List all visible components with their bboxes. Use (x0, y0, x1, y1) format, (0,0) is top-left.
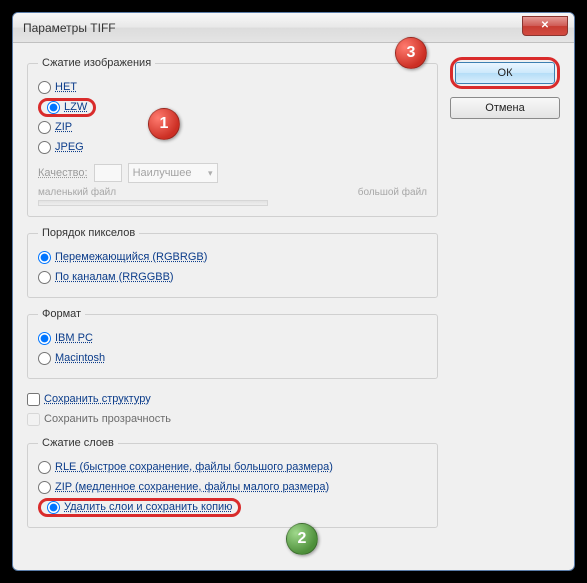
dialog-body: Сжатие изображения НЕТ LZW ZIP (13, 43, 574, 552)
radio-interleaved[interactable] (38, 251, 51, 264)
radio-lzw[interactable] (47, 101, 60, 114)
quality-row: Качество: Наилучшее ▾ (38, 163, 427, 183)
radio-lzw-label: LZW (64, 101, 87, 113)
dialog-window: Параметры TIFF ✕ Сжатие изображения НЕТ … (12, 12, 575, 571)
callout-1: 1 (148, 108, 180, 140)
legend-format: Формат (38, 308, 85, 320)
callout-3: 3 (395, 37, 427, 69)
radio-layer-zip[interactable] (38, 481, 51, 494)
quality-label: Качество: (38, 167, 88, 179)
ok-button-label: ОК (498, 67, 513, 79)
close-icon: ✕ (541, 20, 549, 31)
group-image-compression: Сжатие изображения НЕТ LZW ZIP (27, 57, 438, 217)
radio-row-ibm[interactable]: IBM PC (38, 328, 427, 348)
callout-1-label: 1 (160, 115, 169, 133)
radio-mac-label: Macintosh (55, 352, 105, 364)
quality-input[interactable] (94, 164, 122, 182)
radio-layer-rle[interactable] (38, 461, 51, 474)
radio-per-channel-label: По каналам (RRGGBB) (55, 271, 174, 283)
radio-row-layer-rle[interactable]: RLE (быстрое сохранение, файлы большого … (38, 457, 427, 477)
quality-select[interactable]: Наилучшее ▾ (128, 163, 218, 183)
right-column: ОК Отмена (450, 57, 560, 538)
radio-row-mac[interactable]: Macintosh (38, 348, 427, 368)
close-button[interactable]: ✕ (522, 16, 568, 36)
highlight-discard: Удалить слои и сохранить копию (38, 498, 241, 517)
radio-row-jpeg[interactable]: JPEG (38, 137, 427, 157)
slider-labels: маленький файл большой файл (38, 187, 427, 198)
legend-image-compression: Сжатие изображения (38, 57, 155, 69)
radio-none[interactable] (38, 81, 51, 94)
highlight-ok: ОК (450, 57, 560, 89)
ok-button[interactable]: ОК (455, 62, 555, 84)
radio-zip-label: ZIP (55, 121, 72, 133)
window-title: Параметры TIFF (23, 21, 522, 35)
radio-row-layer-discard[interactable]: Удалить слои и сохранить копию (38, 497, 427, 517)
radio-row-interleaved[interactable]: Перемежающийся (RGBRGB) (38, 247, 427, 267)
quality-slider[interactable] (38, 200, 268, 206)
quality-select-value: Наилучшее (133, 167, 192, 179)
chevron-down-icon: ▾ (208, 168, 213, 179)
radio-row-layer-zip[interactable]: ZIP (медленное сохранение, файлы малого … (38, 477, 427, 497)
radio-row-per-channel[interactable]: По каналам (RRGGBB) (38, 267, 427, 287)
radio-jpeg[interactable] (38, 141, 51, 154)
radio-mac[interactable] (38, 352, 51, 365)
group-format: Формат IBM PC Macintosh (27, 308, 438, 379)
check-row-transparency[interactable]: Сохранить прозрачность (27, 409, 438, 429)
group-pixel-order: Порядок пикселов Перемежающийся (RGBRGB)… (27, 227, 438, 298)
callout-2-label: 2 (298, 530, 307, 548)
radio-ibm-label: IBM PC (55, 332, 93, 344)
callout-3-label: 3 (407, 44, 416, 62)
radio-interleaved-label: Перемежающийся (RGBRGB) (55, 251, 207, 263)
radio-row-lzw[interactable]: LZW (38, 97, 427, 117)
highlight-lzw: LZW (38, 98, 96, 117)
check-save-structure-label: Сохранить структуру (44, 393, 151, 405)
check-save-transparency (27, 413, 40, 426)
titlebar: Параметры TIFF ✕ (13, 13, 574, 43)
cancel-button-label: Отмена (485, 102, 524, 114)
callout-2: 2 (286, 523, 318, 555)
radio-row-none[interactable]: НЕТ (38, 77, 427, 97)
radio-layer-zip-label: ZIP (медленное сохранение, файлы малого … (55, 481, 329, 493)
radio-none-label: НЕТ (55, 81, 77, 93)
radio-layer-discard-label: Удалить слои и сохранить копию (64, 501, 232, 513)
radio-layer-discard[interactable] (47, 501, 60, 514)
radio-row-zip[interactable]: ZIP (38, 117, 427, 137)
check-save-structure[interactable] (27, 393, 40, 406)
left-column: Сжатие изображения НЕТ LZW ZIP (27, 57, 438, 538)
cancel-button[interactable]: Отмена (450, 97, 560, 119)
radio-per-channel[interactable] (38, 271, 51, 284)
check-row-structure[interactable]: Сохранить структуру (27, 389, 438, 409)
radio-zip[interactable] (38, 121, 51, 134)
group-layer-compression: Сжатие слоев RLE (быстрое сохранение, фа… (27, 437, 438, 528)
radio-layer-rle-label: RLE (быстрое сохранение, файлы большого … (55, 461, 333, 473)
legend-pixel-order: Порядок пикселов (38, 227, 139, 239)
slider-label-big: большой файл (358, 187, 427, 198)
legend-layer-compression: Сжатие слоев (38, 437, 118, 449)
slider-label-small: маленький файл (38, 187, 116, 198)
radio-jpeg-label: JPEG (55, 141, 84, 153)
radio-ibm[interactable] (38, 332, 51, 345)
check-save-transparency-label: Сохранить прозрачность (44, 413, 171, 425)
